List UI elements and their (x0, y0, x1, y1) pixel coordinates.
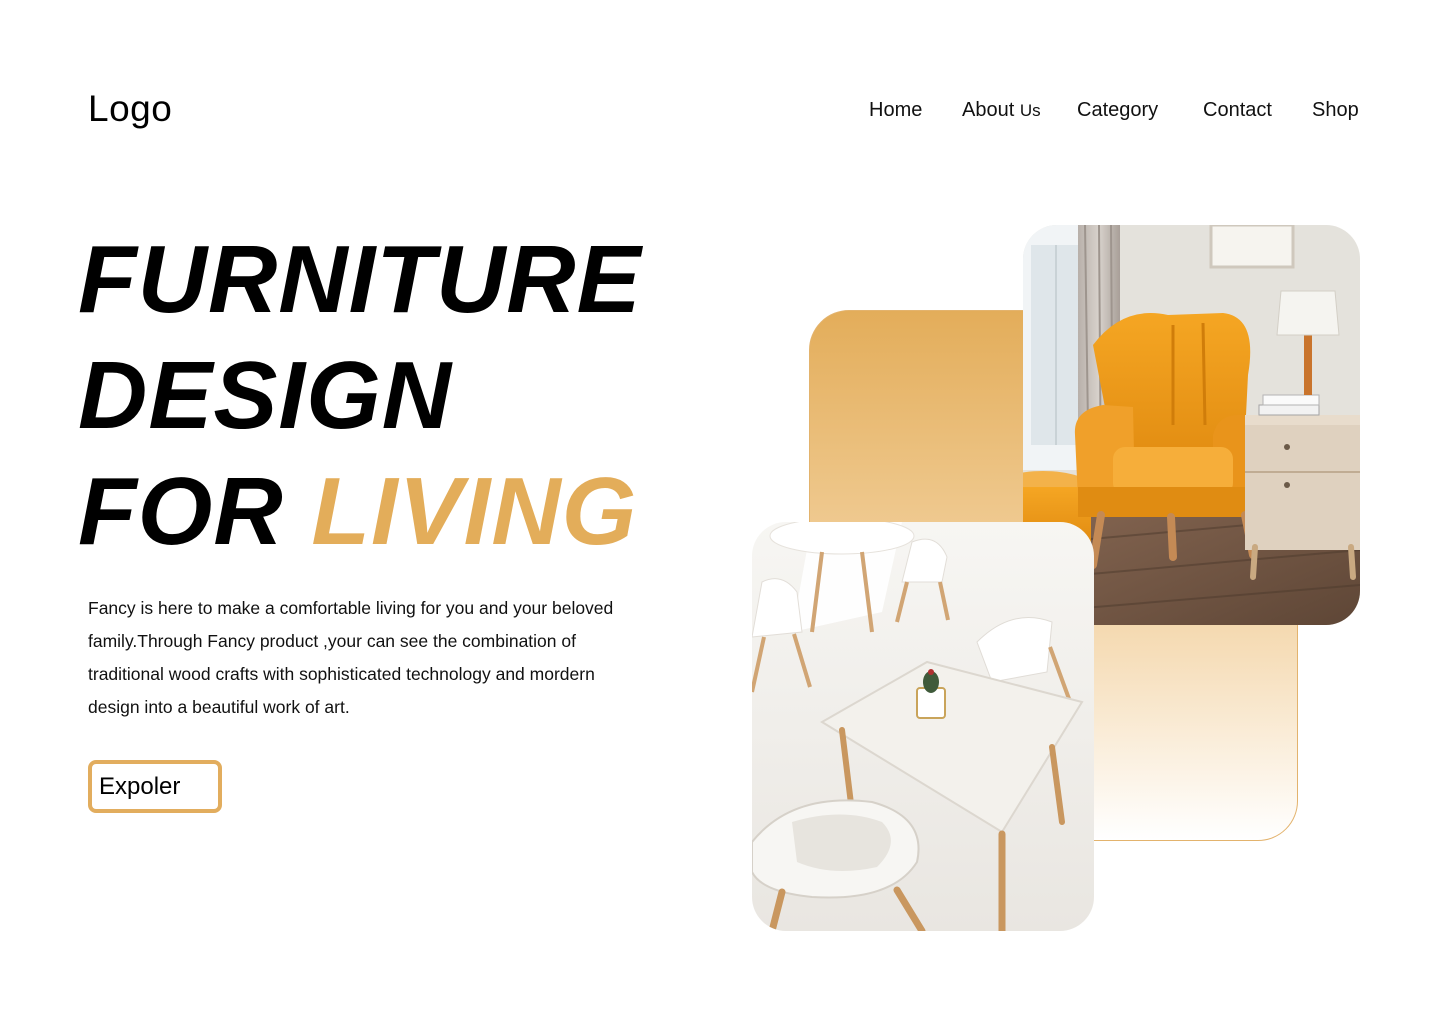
hero-living-word: LIVING (311, 458, 638, 565)
hero-description: Fancy is here to make a comfortable livi… (88, 598, 614, 717)
nav-shop[interactable]: Shop (1312, 99, 1359, 122)
nav-about-us[interactable]: About Us (962, 99, 1041, 122)
table-photo (752, 522, 1094, 931)
main-nav: Home About Us Category Contact Shop (0, 99, 1440, 125)
hero-for-word: FOR (78, 458, 284, 565)
hero-title: FURNITURE DESIGN FOR LIVING (78, 222, 642, 570)
nav-home[interactable]: Home (869, 99, 922, 122)
explore-button[interactable]: Expoler (88, 760, 222, 813)
hero-line-3: FOR LIVING (78, 454, 642, 570)
hero-line-1: FURNITURE (78, 226, 642, 333)
nav-category[interactable]: Category (1077, 99, 1158, 122)
hero-line-2: DESIGN (78, 342, 453, 449)
nav-contact[interactable]: Contact (1203, 99, 1272, 122)
nav-us-label: Us (1019, 101, 1041, 120)
nav-about-label: About (962, 99, 1015, 121)
